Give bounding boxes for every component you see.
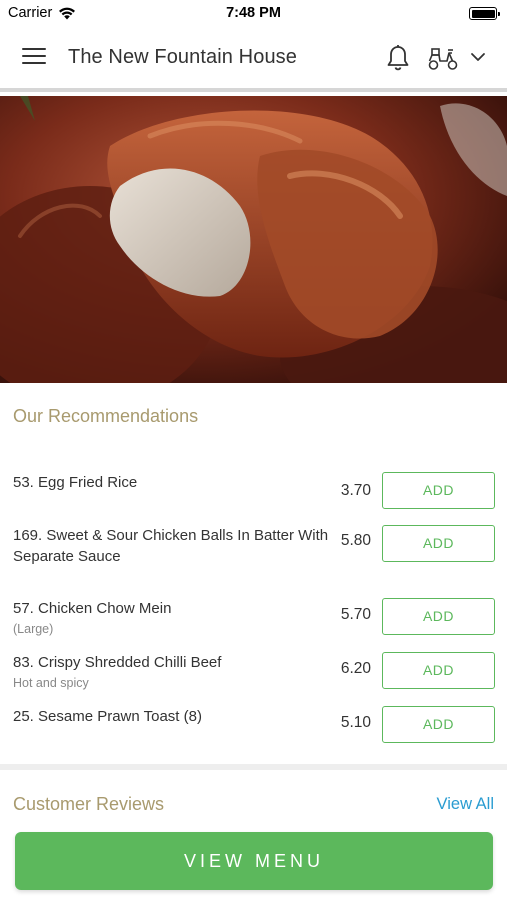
add-button[interactable]: ADD: [382, 652, 495, 689]
view-menu-button[interactable]: VIEW MENU: [15, 832, 493, 890]
add-button[interactable]: ADD: [382, 525, 495, 562]
item-name: 169. Sweet & Sour Chicken Balls In Batte…: [13, 527, 329, 565]
app-header: The New Fountain House: [0, 28, 507, 92]
item-price: 5.10: [340, 714, 371, 731]
add-button[interactable]: ADD: [382, 706, 495, 743]
app-title: The New Fountain House: [68, 46, 297, 68]
item-description: (Large): [13, 622, 54, 636]
item-name: 57. Chicken Chow Mein: [13, 600, 172, 617]
item-price: 6.20: [340, 660, 371, 677]
status-time: 7:48 PM: [226, 5, 281, 21]
item-price: 5.80: [340, 532, 371, 549]
recommendations-title: Our Recommendations: [13, 406, 199, 426]
reviews-title: Customer Reviews: [13, 794, 165, 814]
menu-icon[interactable]: [22, 48, 46, 66]
scooter-icon[interactable]: [427, 46, 459, 72]
add-button[interactable]: ADD: [382, 472, 495, 509]
status-bar: Carrier 7:48 PM: [0, 0, 507, 28]
view-all-reviews-link[interactable]: View All: [437, 795, 494, 814]
item-name: 53. Egg Fried Rice: [13, 474, 138, 491]
item-price: 5.70: [340, 606, 371, 623]
bell-icon[interactable]: [385, 44, 411, 72]
section-divider: [0, 764, 507, 770]
item-price: 3.70: [340, 482, 371, 499]
hero-food-image: [0, 96, 507, 383]
item-description: Hot and spicy: [13, 676, 89, 690]
chevron-down-icon[interactable]: [470, 50, 486, 64]
hero-food-illustration: [0, 96, 507, 383]
item-name: 83. Crispy Shredded Chilli Beef: [13, 654, 222, 671]
add-button[interactable]: ADD: [382, 598, 495, 635]
item-name: 25. Sesame Prawn Toast (8): [13, 708, 202, 725]
battery-icon: [469, 7, 500, 20]
